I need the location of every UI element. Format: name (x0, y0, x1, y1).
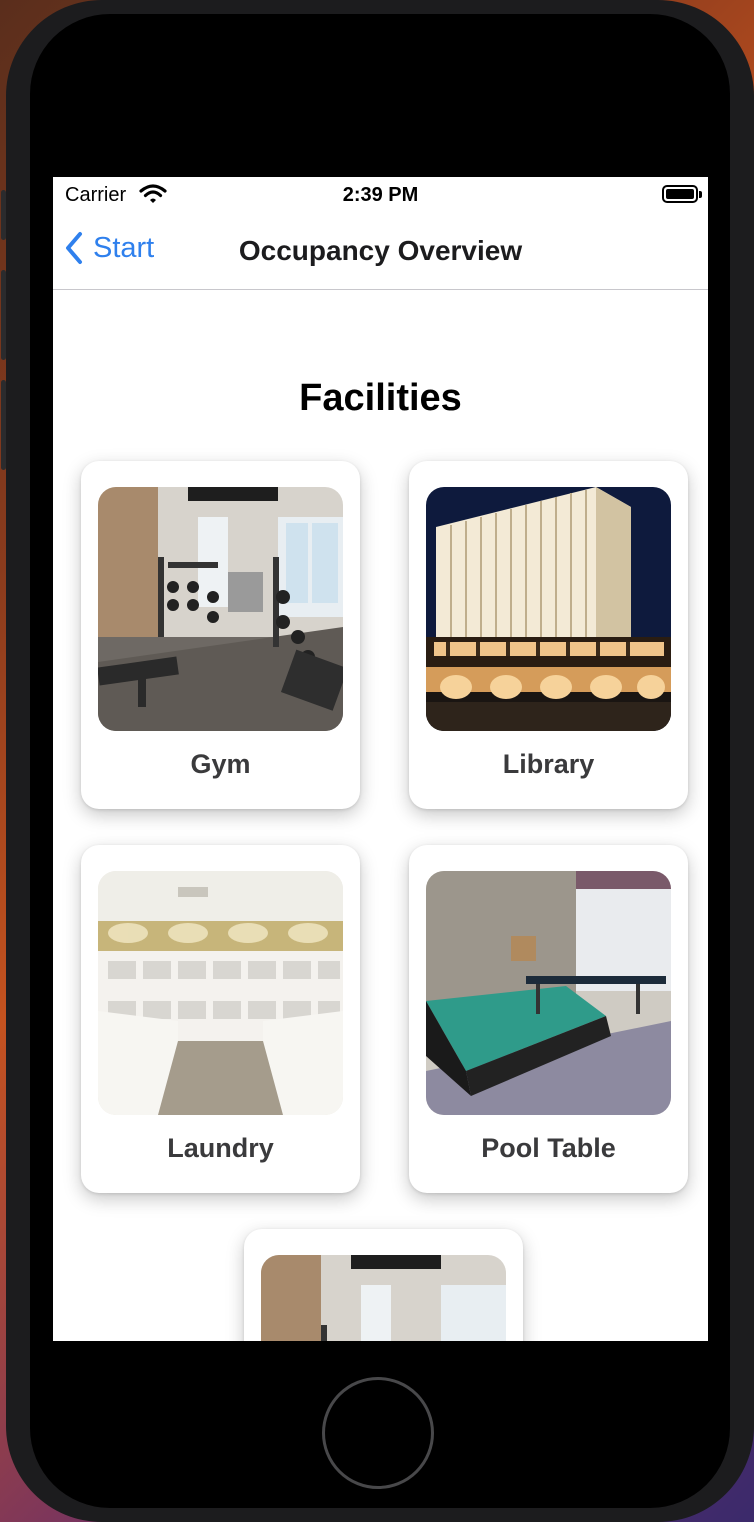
facility-card-laundry[interactable]: Laundry (81, 845, 360, 1193)
battery-icon (662, 185, 698, 203)
facility-card-library[interactable]: Library (409, 461, 688, 809)
facility-label-library: Library (502, 749, 595, 779)
facility-card-gym[interactable]: Gym (81, 461, 360, 809)
battery-cap (699, 191, 702, 198)
status-time: 2:39 PM (342, 184, 419, 206)
home-button[interactable] (322, 1377, 434, 1489)
facility-label-laundry: Laundry (167, 1133, 274, 1163)
status-bar: Carrier 2:39 PM (53, 177, 708, 213)
facility-card-partial[interactable] (244, 1229, 523, 1341)
laundry-photo (98, 871, 343, 1115)
section-title: Facilities (299, 377, 462, 419)
navigation-bar: Start Occupancy Overview (53, 213, 708, 290)
mute-switch (1, 190, 6, 240)
volume-down-button (1, 380, 6, 470)
app-screen: Carrier 2:39 PM Start Occupancy Overview… (53, 177, 708, 1341)
volume-up-button (1, 270, 6, 360)
gym-photo (261, 1255, 506, 1341)
pool-table-photo (426, 871, 671, 1115)
library-photo (426, 487, 671, 731)
facility-label-pool-table: Pool Table (481, 1133, 616, 1163)
facility-label-gym: Gym (190, 749, 251, 779)
gym-photo (98, 487, 343, 731)
facility-card-pool-table[interactable]: Pool Table (409, 845, 688, 1193)
nav-title: Occupancy Overview (238, 235, 523, 266)
